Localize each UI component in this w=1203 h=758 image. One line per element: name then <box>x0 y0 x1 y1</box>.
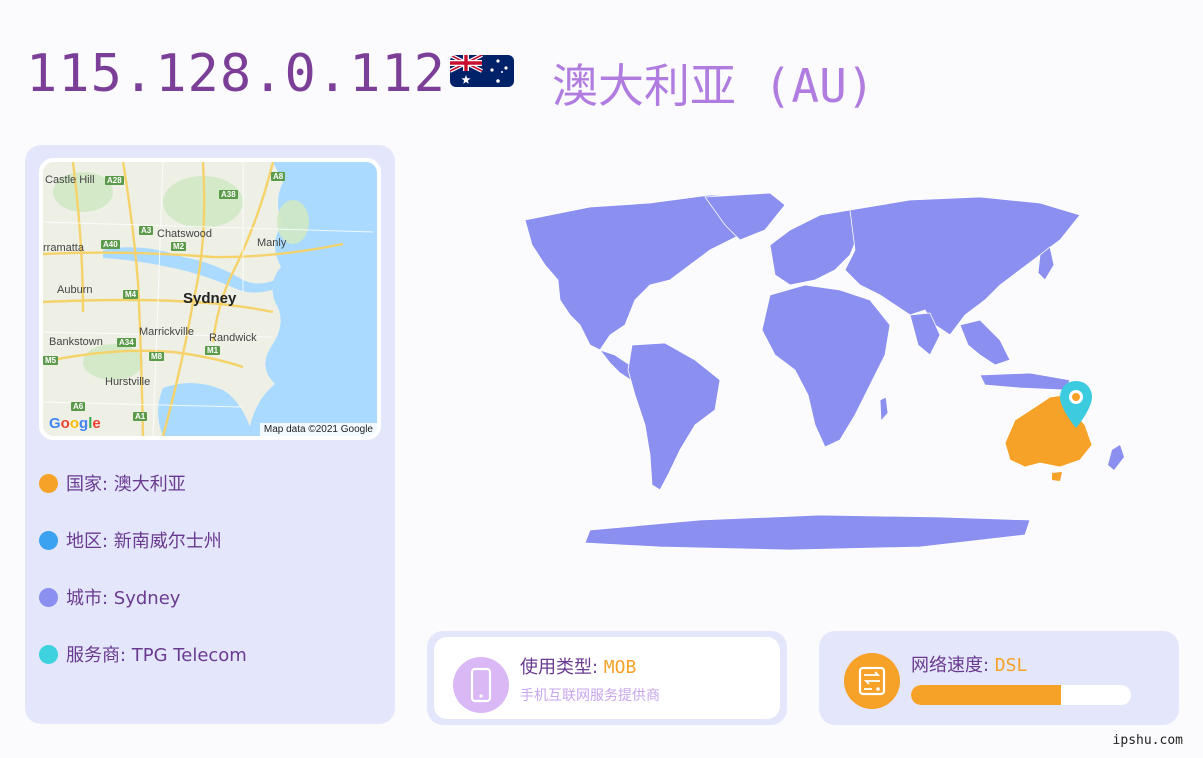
europe-shape <box>769 209 861 286</box>
info-isp: 服务商: TPG Telecom <box>39 641 247 667</box>
network-speed-bar <box>911 685 1131 705</box>
usage-type-value: MOB <box>603 657 637 678</box>
info-region: 地区: 新南威尔士州 <box>39 527 222 553</box>
australia-flag-icon <box>450 55 514 87</box>
road-a38: A38 <box>219 190 238 199</box>
road-m4: M4 <box>123 290 139 299</box>
road-a40: A40 <box>101 240 120 249</box>
usage-type-desc: 手机互联网服务提供商 <box>520 688 660 704</box>
road-a1: A1 <box>133 412 148 421</box>
network-speed-card: 网络速度: DSL <box>819 631 1179 725</box>
road-a34: A34 <box>117 338 136 347</box>
google-logo: Google <box>49 415 101 432</box>
map-label-manly: Manly <box>257 237 287 249</box>
map-label-parramatta: rramatta <box>43 242 84 254</box>
road-m1: M1 <box>205 346 221 355</box>
madagascar-shape <box>879 396 889 423</box>
road-a28: A28 <box>105 176 124 185</box>
africa-shape <box>761 284 891 448</box>
cyan-dot-icon <box>39 644 58 664</box>
info-country: 国家: 澳大利亚 <box>39 470 186 496</box>
info-city: 城市: Sydney <box>39 584 180 610</box>
map-label-auburn: Auburn <box>57 284 93 296</box>
map-label-bankstown: Bankstown <box>49 336 103 348</box>
road-a6: A6 <box>71 402 86 411</box>
road-m2: M2 <box>171 242 187 251</box>
orange-dot-icon <box>39 473 58 493</box>
network-speed-title: 网络速度: DSL <box>911 655 1028 676</box>
site-footer[interactable]: ipshu.com <box>1113 733 1183 748</box>
blue-dot-icon <box>39 530 58 550</box>
map-label-chatswood: Chatswood <box>157 228 213 240</box>
road-a3: A3 <box>139 226 154 235</box>
world-map <box>440 185 1160 555</box>
se-asia-shape <box>959 319 1011 366</box>
location-panel: Castle Hill A28 A8 A38 A3 Chatswood Manl… <box>25 145 395 724</box>
map-label-randwick: Randwick <box>209 332 257 344</box>
tasmania-shape <box>1052 472 1062 481</box>
antarctica-shape <box>584 514 1031 551</box>
usage-type-card: 使用类型: MOB 手机互联网服务提供商 <box>427 631 787 725</box>
ip-address: 115.128.0.112 <box>26 44 446 104</box>
road-a8: A8 <box>271 172 286 181</box>
city-map[interactable]: Castle Hill A28 A8 A38 A3 Chatswood Manl… <box>39 158 381 440</box>
mobile-phone-icon <box>453 657 509 713</box>
map-label-marrickville: Marrickville <box>139 326 194 338</box>
network-drive-icon <box>844 653 900 709</box>
map-label-sydney: Sydney <box>183 290 237 307</box>
usage-type-title: 使用类型: MOB <box>520 657 637 678</box>
indonesia-shape <box>979 372 1071 391</box>
map-label-hurstville: Hurstville <box>105 376 151 388</box>
map-label-castle-hill: Castle Hill <box>45 174 95 186</box>
country-title: 澳大利亚 (AU) <box>552 59 875 113</box>
south-america-shape <box>627 342 721 491</box>
network-speed-fill <box>911 685 1061 705</box>
road-m5: M5 <box>43 356 59 365</box>
road-m8: M8 <box>149 352 165 361</box>
new-zealand-shape <box>1108 445 1124 470</box>
map-attribution[interactable]: Map data ©2021 Google <box>259 423 377 436</box>
network-speed-value: DSL <box>994 655 1028 676</box>
purple-dot-icon <box>39 587 58 607</box>
